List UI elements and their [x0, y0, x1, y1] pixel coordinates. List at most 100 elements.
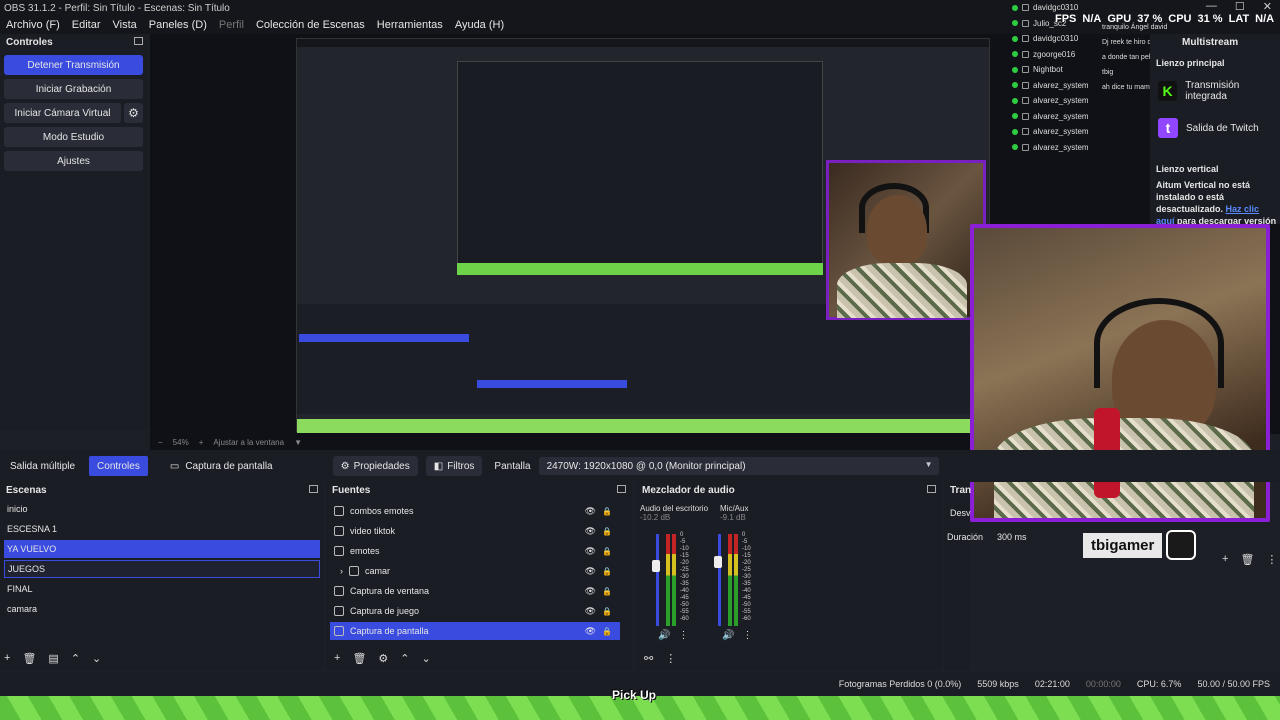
- eye-icon[interactable]: 👁: [585, 606, 596, 617]
- user-icon: [1022, 97, 1029, 105]
- display-dropdown[interactable]: 2470W: 1920x1080 @ 0,0 (Monitor principa…: [538, 457, 939, 475]
- duration-value[interactable]: 300 ms: [997, 532, 1027, 542]
- source-label: camar: [365, 566, 391, 576]
- chevron-down-icon[interactable]: ▼: [294, 438, 302, 447]
- user-icon: [1022, 66, 1029, 74]
- eye-icon[interactable]: 👁: [585, 506, 596, 517]
- eye-icon[interactable]: 👁: [585, 586, 596, 597]
- move-up-icon[interactable]: ⌃: [400, 652, 409, 665]
- lock-icon[interactable]: 🔒: [602, 507, 612, 516]
- fps-label: FPS: [1055, 13, 1077, 25]
- menu-profile[interactable]: Perfil: [219, 19, 244, 31]
- source-item[interactable]: combos emotes 👁 🔒: [330, 502, 620, 520]
- move-up-icon[interactable]: ⌃: [71, 652, 80, 665]
- source-item-selected[interactable]: Captura de pantalla 👁 🔒: [330, 622, 620, 640]
- db-scale: 0 -5 -10 -15 -20 -25 -30 -35 -40 -45 -50…: [742, 532, 751, 623]
- undock-icon[interactable]: [617, 485, 626, 493]
- gear-icon[interactable]: ⚙: [378, 652, 388, 665]
- tab-multi-output[interactable]: Salida múltiple: [2, 456, 83, 476]
- window-title: OBS 31.1.2 - Perfil: Sin Título - Escena…: [4, 2, 230, 14]
- menu-file[interactable]: Archivo (F): [6, 19, 60, 31]
- lock-icon[interactable]: 🔒: [602, 607, 612, 616]
- eye-icon[interactable]: 👁: [585, 546, 596, 557]
- start-recording-button[interactable]: Iniciar Grabación: [4, 79, 143, 99]
- scene-item-selected[interactable]: YA VUELVO: [4, 540, 320, 558]
- eye-icon[interactable]: 👁: [585, 526, 596, 537]
- menu-tools[interactable]: Herramientas: [377, 19, 443, 31]
- filter-icon[interactable]: ▤: [48, 652, 58, 665]
- stop-stream-button[interactable]: Detener Transmisión: [4, 55, 143, 75]
- streamer-name: tbigamer: [1083, 532, 1163, 558]
- volume-fader[interactable]: [656, 534, 659, 626]
- more-icon[interactable]: ⋮: [742, 630, 752, 641]
- studio-mode-button[interactable]: Modo Estudio: [4, 127, 143, 147]
- source-item[interactable]: video tiktok 👁 🔒: [330, 522, 620, 540]
- fader-handle[interactable]: [714, 556, 722, 568]
- virtual-camera-settings-icon[interactable]: ⚙: [124, 103, 143, 123]
- controls-header: Controles: [0, 34, 149, 50]
- add-transition-icon[interactable]: +: [1222, 553, 1228, 566]
- lock-icon[interactable]: 🔒: [602, 567, 612, 576]
- lock-icon[interactable]: 🔒: [602, 527, 612, 536]
- undock-icon[interactable]: [927, 485, 936, 493]
- menu-scene-collection[interactable]: Colección de Escenas: [256, 19, 365, 31]
- add-scene-icon[interactable]: +: [4, 652, 10, 665]
- start-virtual-camera-button[interactable]: Iniciar Cámara Virtual: [4, 103, 121, 123]
- scene-item[interactable]: camara: [4, 600, 320, 618]
- eye-icon[interactable]: 👁: [585, 566, 596, 577]
- filters-button[interactable]: ◧ Filtros: [425, 456, 483, 476]
- transition-toolbar: + 🗑 ⋮: [1222, 553, 1277, 566]
- remove-scene-icon[interactable]: 🗑: [22, 652, 36, 665]
- fader-handle[interactable]: [652, 560, 660, 572]
- window-icon: [334, 586, 344, 596]
- source-group[interactable]: › camar 👁 🔒: [330, 562, 620, 580]
- more-icon[interactable]: ⋮: [1266, 553, 1277, 566]
- source-item[interactable]: emotes 👁 🔒: [330, 542, 620, 560]
- undock-icon[interactable]: [134, 37, 143, 45]
- more-icon[interactable]: ⋮: [678, 630, 688, 641]
- add-source-icon[interactable]: +: [334, 652, 340, 665]
- remove-source-icon[interactable]: 🗑: [352, 652, 366, 665]
- zoom-in-button[interactable]: +: [199, 438, 204, 447]
- menu-view[interactable]: Vista: [113, 19, 137, 31]
- menu-docks[interactable]: Paneles (D): [149, 19, 207, 31]
- scene-item-hover[interactable]: JUEGOS: [4, 560, 320, 578]
- eye-icon[interactable]: 👁: [585, 626, 596, 637]
- speaker-icon[interactable]: 🔊: [722, 630, 734, 641]
- stream-time: 02:21:00: [1034, 679, 1070, 689]
- kick-icon: K: [1158, 81, 1178, 101]
- service-twitch[interactable]: t Salida de Twitch: [1158, 118, 1259, 138]
- transition-select[interactable]: Desv: [950, 508, 971, 518]
- db-tick: -10: [742, 546, 751, 552]
- menu-help[interactable]: Ayuda (H): [455, 19, 504, 31]
- chevron-right-icon[interactable]: ›: [340, 566, 343, 576]
- chat-user: zgoorge016: [1033, 49, 1076, 59]
- settings-button[interactable]: Ajustes: [4, 151, 143, 171]
- tab-controls[interactable]: Controles: [89, 456, 148, 476]
- move-down-icon[interactable]: ⌄: [422, 652, 431, 665]
- volume-fader[interactable]: [718, 534, 721, 626]
- menu-edit[interactable]: Editar: [72, 19, 101, 31]
- more-icon[interactable]: ⋮: [665, 652, 676, 665]
- undock-icon[interactable]: [309, 485, 318, 493]
- db-tick: -25: [742, 567, 751, 573]
- scenes-title: Escenas: [6, 484, 47, 496]
- online-icon: [1012, 128, 1018, 135]
- move-down-icon[interactable]: ⌄: [92, 652, 101, 665]
- scene-item[interactable]: FINAL: [4, 580, 320, 598]
- lock-icon[interactable]: 🔒: [602, 627, 612, 636]
- source-item[interactable]: Captura de juego 👁 🔒: [330, 602, 620, 620]
- scene-item[interactable]: inicio: [4, 500, 320, 518]
- speaker-icon[interactable]: 🔊: [658, 630, 670, 641]
- zoom-out-button[interactable]: −: [158, 438, 163, 447]
- source-item[interactable]: Captura de ventana 👁 🔒: [330, 582, 620, 600]
- remove-transition-icon[interactable]: 🗑: [1240, 553, 1254, 566]
- fit-window-button[interactable]: Ajustar a la ventana: [213, 438, 284, 447]
- cpu-usage: CPU: 6.7%: [1136, 679, 1182, 689]
- scene-item[interactable]: ESCESNA 1: [4, 520, 320, 538]
- properties-button[interactable]: ⚙ Propiedades: [332, 456, 418, 476]
- link-icon[interactable]: ⚯: [644, 652, 653, 665]
- lock-icon[interactable]: 🔒: [602, 547, 612, 556]
- service-integrated[interactable]: K Transmisión integrada: [1158, 80, 1280, 102]
- lock-icon[interactable]: 🔒: [602, 587, 612, 596]
